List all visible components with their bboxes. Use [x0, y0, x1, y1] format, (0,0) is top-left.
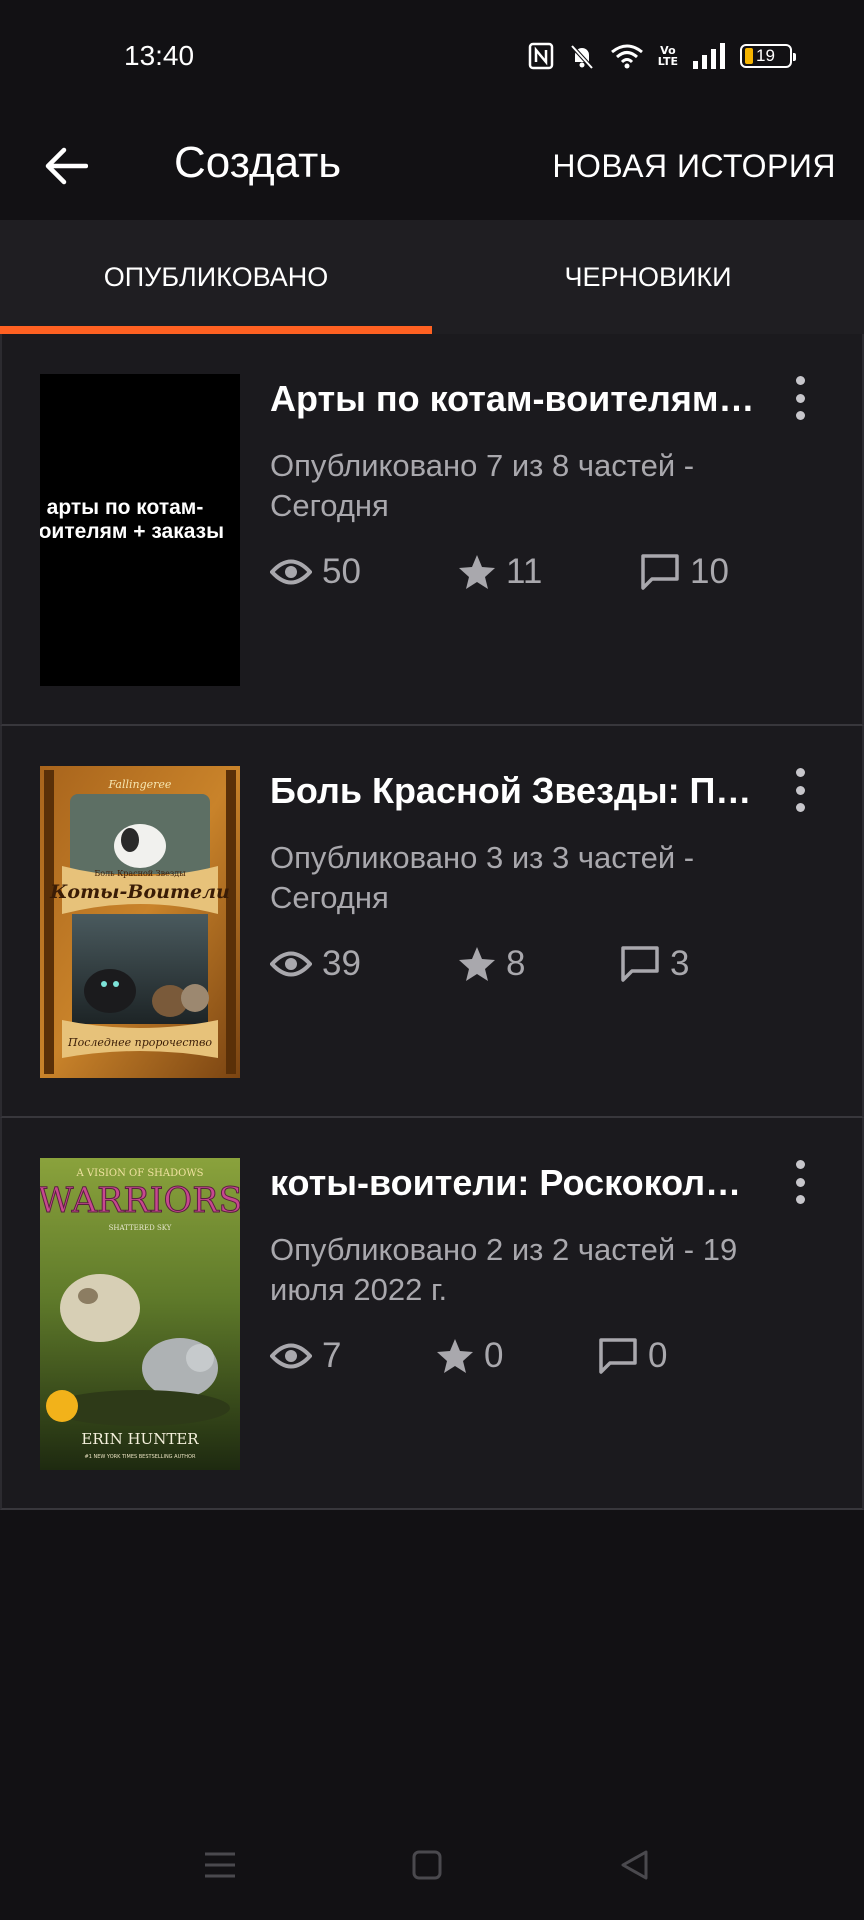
story-stats: 39 8 3 — [270, 944, 810, 992]
cover-title-text: WARRIORS — [40, 1181, 240, 1221]
votes-stat: 8 — [458, 944, 525, 984]
more-vertical-icon — [795, 1160, 805, 1169]
cover-art: Fallingeree Боль Красной Звезды Коты-Вои… — [40, 766, 240, 1078]
menu-icon — [205, 1852, 235, 1878]
signal-icon — [693, 43, 725, 69]
star-icon — [459, 947, 495, 981]
votes-count: 11 — [506, 552, 543, 591]
more-options-button[interactable] — [786, 1154, 814, 1210]
comments-stat: 0 — [598, 1336, 667, 1376]
cover-bottom-text: Последнее пророчество — [67, 1036, 212, 1049]
votes-stat: 11 — [458, 552, 542, 592]
comments-stat: 3 — [620, 944, 689, 984]
votes-count: 8 — [506, 944, 526, 983]
status-time: 13:40 — [124, 40, 195, 71]
star-icon — [459, 555, 495, 589]
nav-home-button[interactable] — [397, 1840, 457, 1890]
tab-bar: ОПУБЛИКОВАНО ЧЕРНОВИКИ — [0, 220, 864, 334]
views-count: 7 — [322, 1336, 342, 1375]
story-cover[interactable]: арты по котам-воителям + заказы — [40, 374, 240, 686]
story-card[interactable]: Fallingeree Боль Красной Звезды Коты-Вои… — [0, 726, 864, 1118]
eye-icon — [270, 1343, 312, 1369]
tab-published[interactable]: ОПУБЛИКОВАНО — [0, 220, 432, 334]
comments-count: 10 — [690, 552, 729, 591]
story-stats: 50 11 10 — [270, 552, 810, 600]
more-options-button[interactable] — [786, 370, 814, 426]
cover-author-text: ERIN HUNTER — [81, 1430, 199, 1448]
nav-back-button[interactable] — [604, 1840, 664, 1890]
story-card[interactable]: A VISION OF SHADOWS WARRIORS SHATTERED S… — [0, 1118, 864, 1510]
cover-tagline-text: #1 NEW YORK TIMES BESTSELLING AUTHOR — [85, 1454, 196, 1460]
more-options-button[interactable] — [786, 762, 814, 818]
cover-art: A VISION OF SHADOWS WARRIORS SHATTERED S… — [40, 1158, 240, 1470]
cover-sub-text: SHATTERED SKY — [109, 1224, 172, 1232]
views-stat: 39 — [270, 944, 361, 984]
comment-icon — [621, 946, 659, 982]
story-card[interactable]: арты по котам-воителям + заказы Арты по … — [0, 334, 864, 726]
cover-sub-text: Боль Красной Звезды — [94, 869, 186, 878]
wifi-icon — [610, 44, 643, 69]
arrow-left-icon — [45, 147, 88, 185]
story-title[interactable]: коты-воители: Роскокол… — [270, 1162, 770, 1204]
new-story-button[interactable]: НОВАЯ ИСТОРИЯ — [552, 148, 836, 185]
views-count: 50 — [322, 552, 361, 591]
more-vertical-icon — [795, 768, 805, 777]
story-meta: Опубликовано 7 из 8 частей - Сегодня — [270, 448, 695, 523]
status-icons: Vo LTE 19 — [528, 40, 796, 72]
comments-count: 3 — [670, 944, 690, 983]
cover-text: арты по котам-воителям + заказы — [40, 496, 225, 543]
comments-count: 0 — [648, 1336, 668, 1375]
votes-stat: 0 — [436, 1336, 503, 1376]
mute-bell-icon — [570, 44, 594, 70]
battery-level — [745, 48, 753, 64]
tab-drafts[interactable]: ЧЕРНОВИКИ — [432, 220, 864, 334]
home-square-icon — [412, 1850, 442, 1880]
nfc-icon — [528, 42, 554, 70]
app-header: Создать НОВАЯ ИСТОРИЯ — [0, 114, 864, 220]
eye-icon — [270, 951, 312, 977]
more-vertical-icon — [795, 376, 805, 385]
story-title[interactable]: Боль Красной Звезды: П… — [270, 770, 770, 812]
nav-menu-button[interactable] — [190, 1840, 250, 1890]
cover-series-text: A VISION OF SHADOWS — [76, 1168, 204, 1179]
volte-indicator: Vo LTE — [657, 44, 678, 68]
page-title: Создать — [174, 138, 342, 187]
battery-percent: 19 — [756, 46, 775, 65]
views-stat: 7 — [270, 1336, 341, 1376]
star-icon — [437, 1339, 473, 1373]
story-list: арты по котам-воителям + заказы Арты по … — [0, 334, 864, 1510]
comments-stat: 10 — [640, 552, 729, 592]
comment-icon — [599, 1338, 637, 1374]
system-nav-bar — [0, 1810, 864, 1920]
comment-icon — [641, 554, 679, 590]
cover-top-text: Fallingeree — [108, 778, 172, 791]
battery-icon: 19 — [740, 44, 796, 68]
views-count: 39 — [322, 944, 361, 983]
story-title[interactable]: Арты по котам-воителям… — [270, 378, 770, 420]
eye-icon — [270, 559, 312, 585]
back-button[interactable] — [36, 136, 96, 196]
story-cover[interactable]: Fallingeree Боль Красной Звезды Коты-Вои… — [40, 766, 240, 1078]
views-stat: 50 — [270, 552, 361, 592]
status-bar: 13:40 Vo LTE 19 — [0, 0, 864, 114]
story-meta: Опубликовано 3 из 3 частей - Сегодня — [270, 840, 695, 915]
votes-count: 0 — [484, 1336, 504, 1375]
story-cover[interactable]: A VISION OF SHADOWS WARRIORS SHATTERED S… — [40, 1158, 240, 1470]
story-stats: 7 0 0 — [270, 1336, 810, 1384]
triangle-back-icon — [621, 1850, 648, 1880]
story-meta: Опубликовано 2 из 2 частей - 19 июля 202… — [270, 1232, 738, 1307]
cover-title-text: Коты-Воители — [49, 881, 230, 903]
